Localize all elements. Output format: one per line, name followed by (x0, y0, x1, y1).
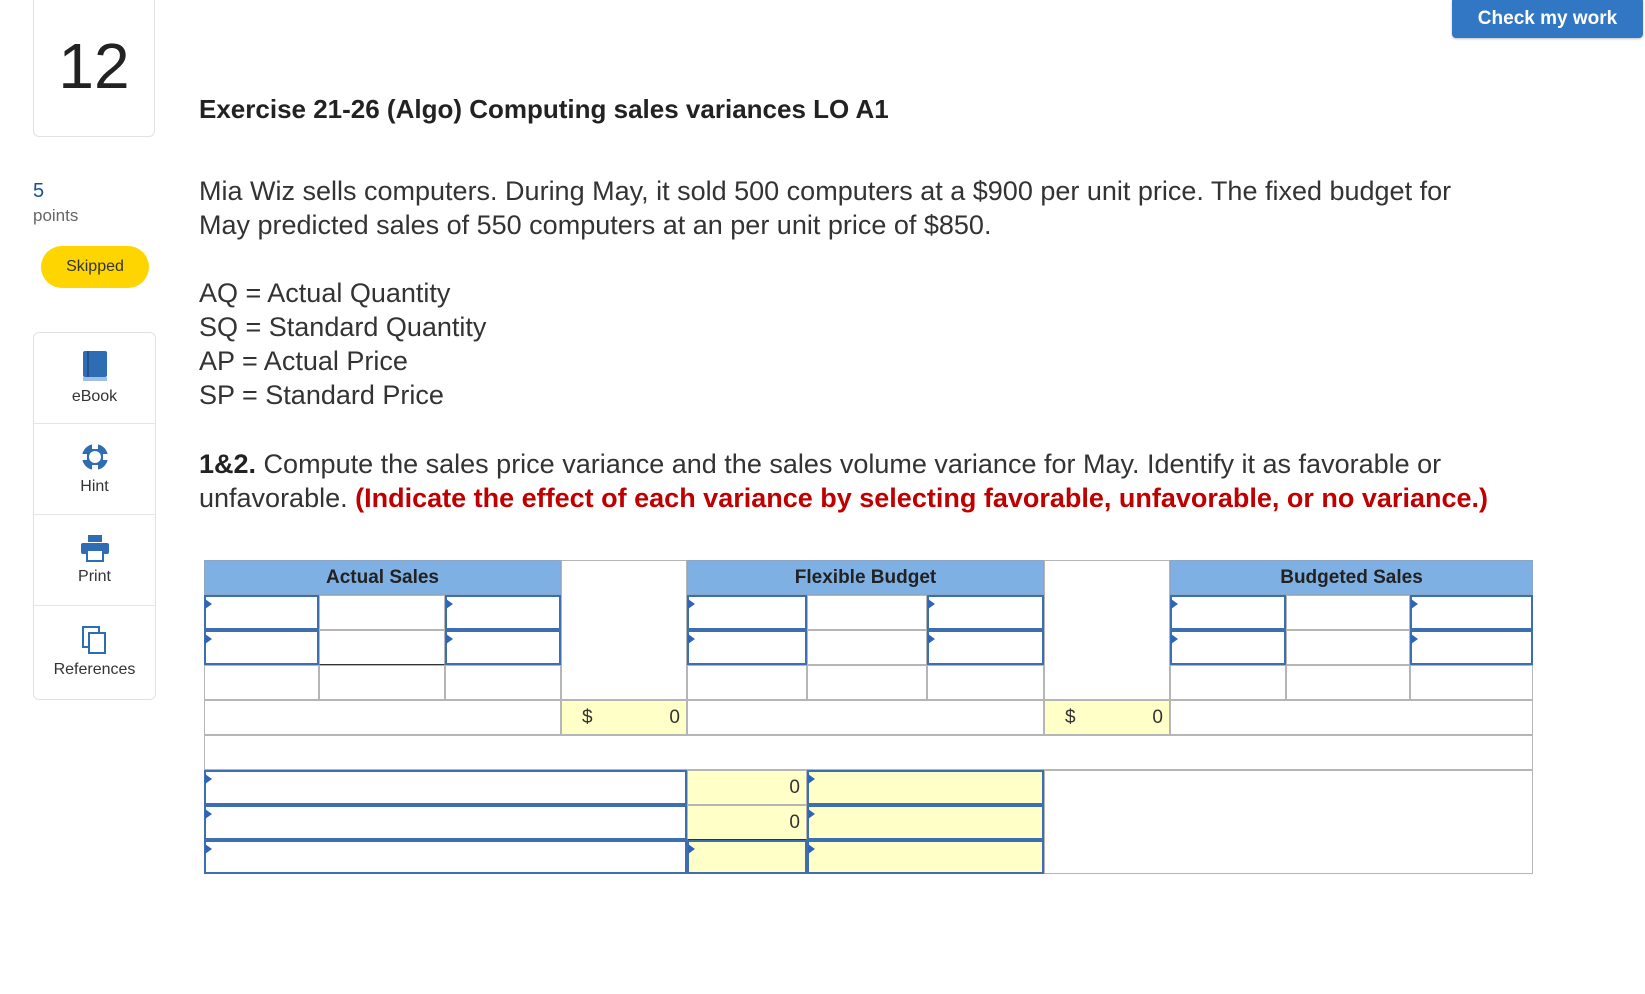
exercise-title: Exercise 21-26 (Algo) Computing sales va… (199, 94, 889, 124)
sales-volume-variance-field: $ 0 (1044, 700, 1170, 735)
budgeted-value-input-1[interactable] (1170, 630, 1286, 665)
flexible-label-input-1[interactable] (687, 595, 807, 630)
summary-label-select-2[interactable] (204, 805, 687, 840)
flexible-value-input-2[interactable] (927, 630, 1044, 665)
budgeted-total-cell (1286, 665, 1410, 700)
actual-operator-cell (319, 595, 445, 630)
hint-label: Hint (80, 478, 109, 495)
budgeted-value-input-2[interactable] (1410, 630, 1533, 665)
sales-price-variance-field: $ 0 (561, 700, 687, 735)
variance-worksheet: Actual Sales Flexible Budget Budgeted Sa… (204, 560, 1533, 874)
budgeted-operator-cell (1286, 595, 1410, 630)
variance-row-spacer (204, 700, 561, 735)
actual-total-cell (204, 665, 319, 700)
print-label: Print (78, 568, 111, 585)
definition-aq: AQ = Actual Quantity (199, 278, 451, 308)
actual-operator-cell (319, 630, 445, 665)
exercise-intro: Mia Wiz sells computers. During May, it … (199, 174, 1599, 242)
actual-label-input-1[interactable] (204, 595, 319, 630)
header-budgeted-sales: Budgeted Sales (1170, 560, 1533, 595)
summary-label-select-1[interactable] (204, 770, 687, 805)
header-actual-sales: Actual Sales (204, 560, 561, 595)
actual-value-input-2[interactable] (445, 630, 561, 665)
budgeted-label-input-2[interactable] (1410, 595, 1533, 630)
copy-pages-icon (81, 625, 106, 654)
actual-label-input-2[interactable] (445, 595, 561, 630)
requirement-line-1: Compute the sales price variance and the… (256, 449, 1442, 479)
blank-row (204, 735, 1533, 770)
summary-effect-select-1[interactable] (807, 770, 1044, 805)
summary-amount-2: 0 (687, 805, 807, 840)
budgeted-label-input-1[interactable] (1170, 595, 1286, 630)
budgeted-total-cell (1170, 665, 1286, 700)
hint-button[interactable]: Hint (34, 424, 155, 515)
flexible-operator-cell (807, 630, 927, 665)
flexible-total-cell (687, 665, 807, 700)
header-flexible-budget: Flexible Budget (687, 560, 1044, 595)
actual-total-cell (319, 665, 445, 700)
budgeted-total-cell (1410, 665, 1533, 700)
actual-total-cell (445, 665, 561, 700)
ebook-label: eBook (71, 388, 118, 405)
variance-row-spacer (687, 700, 1044, 735)
sales-price-variance-value: 0 (669, 706, 680, 728)
summary-blank-area (1044, 770, 1533, 874)
sales-volume-variance-value: 0 (1152, 706, 1163, 728)
summary-amount-1: 0 (687, 770, 807, 805)
definition-sp: SP = Standard Price (199, 380, 444, 410)
points-label: points (33, 206, 79, 225)
flexible-operator-cell (807, 595, 927, 630)
summary-effect-select-3[interactable] (807, 840, 1044, 874)
references-button[interactable]: References (34, 606, 155, 697)
flexible-label-input-2[interactable] (927, 595, 1044, 630)
requirement-text: 1&2. Compute the sales price variance an… (199, 447, 1599, 515)
references-label: References (53, 660, 136, 678)
spacer-cell (561, 560, 687, 700)
flexible-total-cell (927, 665, 1044, 700)
flexible-total-cell (807, 665, 927, 700)
printer-icon (80, 535, 109, 562)
question-number: 12 (33, 0, 155, 137)
ebook-button[interactable]: eBook (34, 333, 155, 424)
intro-line-1: Mia Wiz sells computers. During May, it … (199, 176, 1452, 206)
lifebuoy-icon (80, 443, 109, 471)
summary-effect-select-2[interactable] (807, 805, 1044, 840)
summary-total-input[interactable] (687, 840, 807, 874)
summary-label-select-3[interactable] (204, 840, 687, 874)
definition-sq: SQ = Standard Quantity (199, 312, 487, 342)
flexible-value-input-1[interactable] (687, 630, 807, 665)
requirement-line-2: unfavorable. (199, 483, 356, 513)
intro-line-2: May predicted sales of 550 computers at … (199, 210, 992, 240)
budgeted-operator-cell (1286, 630, 1410, 665)
check-my-work-button[interactable]: Check my work (1452, 0, 1643, 38)
requirement-instruction: (Indicate the effect of each variance by… (355, 483, 1488, 513)
definitions-list: AQ = Actual Quantity SQ = Standard Quant… (199, 276, 1599, 412)
definition-ap: AP = Actual Price (199, 346, 408, 376)
book-icon (82, 351, 107, 381)
print-button[interactable]: Print (34, 515, 155, 606)
status-badge: Skipped (41, 246, 149, 288)
tools-panel: eBook Hint Print References (33, 332, 156, 700)
dollar-sign: $ (1065, 706, 1076, 728)
actual-value-input-1[interactable] (204, 630, 319, 665)
variance-row-spacer (1170, 700, 1533, 735)
requirement-number: 1&2. (199, 449, 257, 479)
dollar-sign: $ (582, 706, 593, 728)
points-value: 5 (33, 180, 45, 202)
spacer-cell (1044, 560, 1170, 700)
